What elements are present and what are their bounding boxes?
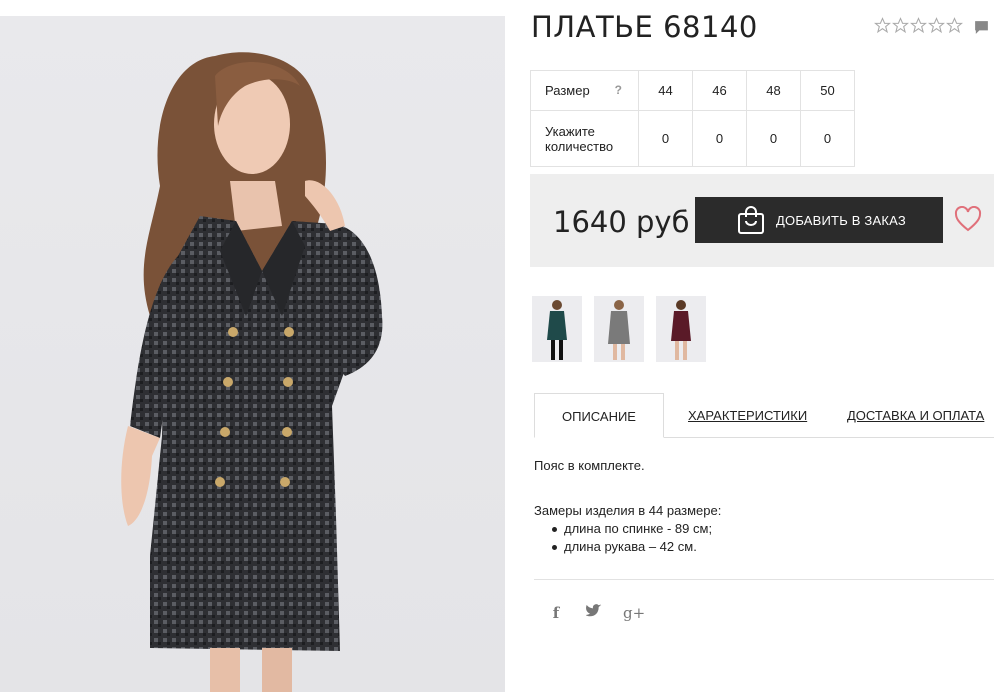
quantity-input[interactable]: 0 [692,110,747,167]
star-icon[interactable] [910,17,927,34]
size-label-cell: Размер ? [530,70,639,111]
tab-description[interactable]: ОПИСАНИЕ [534,393,664,438]
twitter-icon[interactable] [585,604,603,622]
list-item: длина по спинке - 89 см; [534,520,721,538]
quantity-input[interactable]: 0 [800,110,855,167]
quantity-input[interactable]: 0 [746,110,801,167]
size-option: 46 [692,70,747,111]
product-main-photo[interactable] [0,16,505,692]
add-to-order-button[interactable]: ДОБАВИТЬ В ЗАКАЗ [695,197,943,243]
buy-box: 1640 руб ДОБАВИТЬ В ЗАКАЗ [530,174,994,267]
product-title: ПЛАТЬЕ 68140 [531,10,758,44]
measurements-list: длина по спинке - 89 см; длина рукава – … [534,520,721,556]
size-label: Размер [545,83,590,98]
size-option: 48 [746,70,801,111]
rating-stars[interactable] [874,17,963,34]
product-price: 1640 руб [553,205,690,239]
product-tabs: ОПИСАНИЕ ХАРАКТЕРИСТИКИ ДОСТАВКА И ОПЛАТ… [534,393,994,438]
description-measurements-title: Замеры изделия в 44 размере: [534,503,722,518]
googleplus-icon[interactable]: g+ [623,604,645,622]
thumbnail-green-dress[interactable] [532,296,582,362]
star-icon[interactable] [892,17,909,34]
size-table: Размер ? 44 46 48 50 Укажите количество … [530,70,855,167]
add-to-order-label: ДОБАВИТЬ В ЗАКАЗ [776,213,906,228]
divider [534,579,994,580]
star-icon[interactable] [946,17,963,34]
comment-icon[interactable] [973,19,990,36]
thumbnail-burgundy-dress[interactable] [656,296,706,362]
star-icon[interactable] [874,17,891,34]
description-line: Пояс в комплекте. [534,458,645,473]
facebook-icon[interactable]: f [547,604,565,622]
thumbnail-grey-dress[interactable] [594,296,644,362]
heart-icon[interactable] [954,206,982,232]
star-icon[interactable] [928,17,945,34]
thumbnail-strip [532,296,706,362]
size-option: 50 [800,70,855,111]
description-panel: Пояс в комплекте. Замеры изделия в 44 ра… [534,456,721,556]
tab-delivery-payment[interactable]: ДОСТАВКА И ОПЛАТА [847,408,984,423]
shopping-bag-icon [738,206,764,234]
quantity-input[interactable]: 0 [638,110,693,167]
size-option: 44 [638,70,693,111]
model-dress-illustration [121,52,383,692]
list-item: длина рукава – 42 см. [534,538,721,556]
size-help-icon[interactable]: ? [615,83,622,98]
social-share: f g+ [547,604,645,622]
quantity-label: Укажите количество [530,110,639,167]
tab-characteristics[interactable]: ХАРАКТЕРИСТИКИ [688,408,807,423]
